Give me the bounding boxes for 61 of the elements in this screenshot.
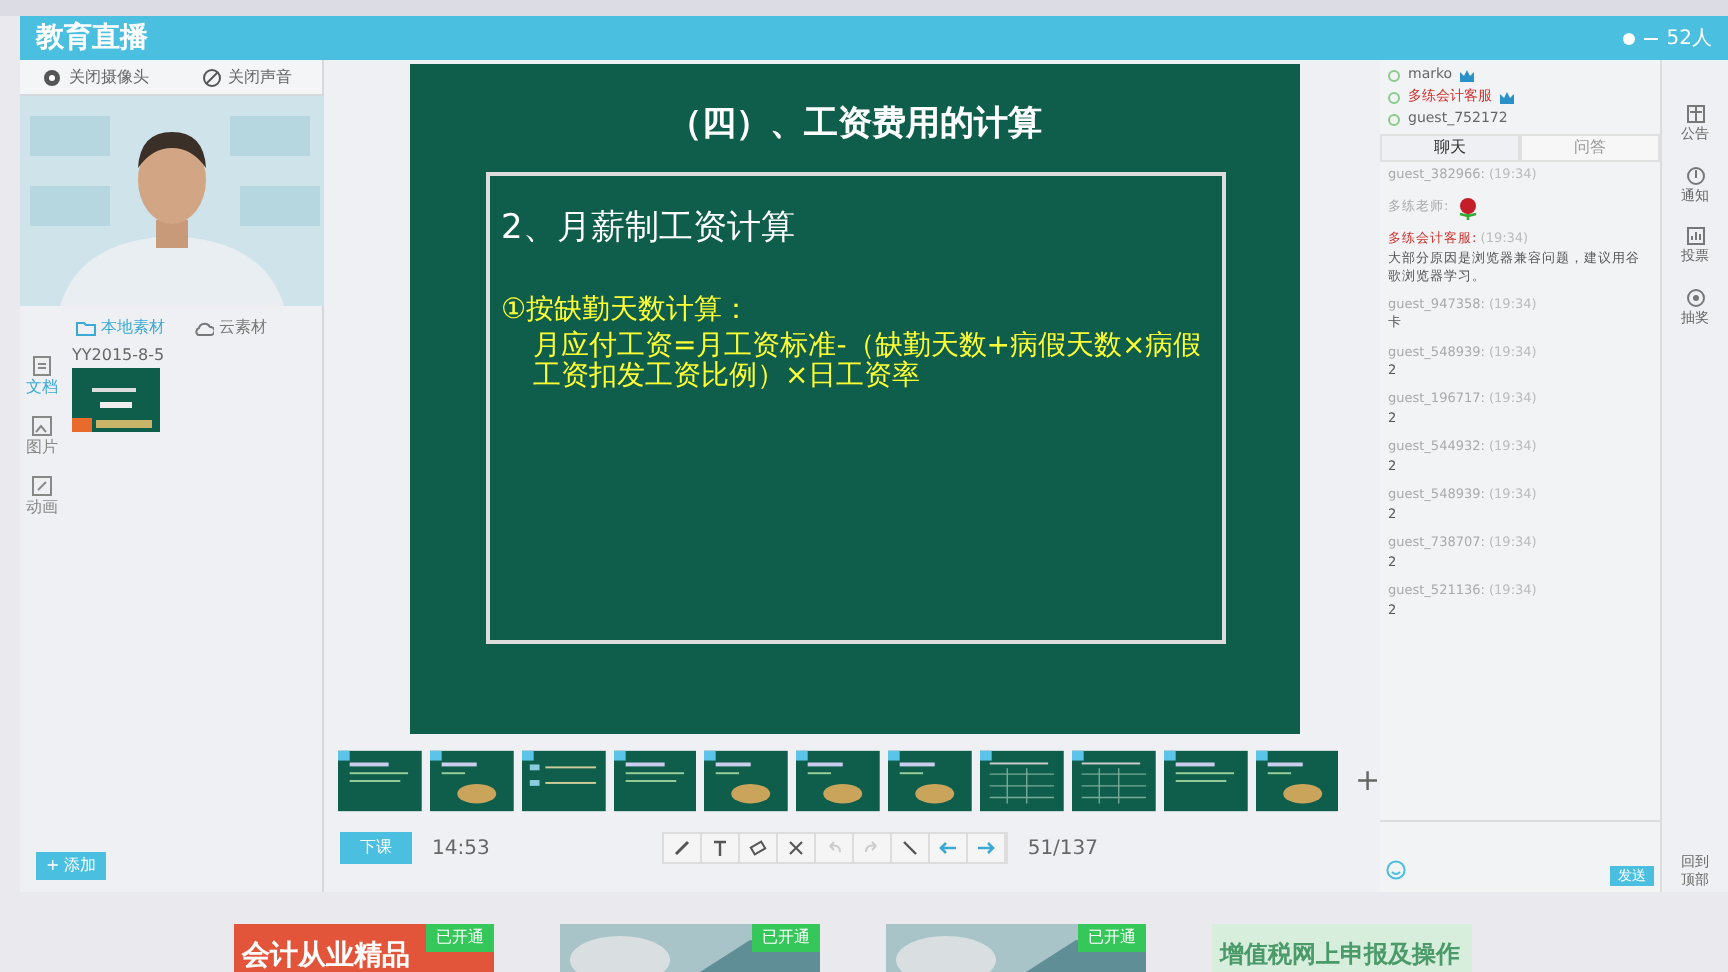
notice-icon xyxy=(1685,104,1705,124)
slide-thumbnail[interactable] xyxy=(1071,750,1156,812)
status-badge: 已开通 xyxy=(1078,924,1146,952)
window-title: 教育直播 xyxy=(36,19,148,57)
anim-icon xyxy=(32,476,52,496)
folder-date: YY2015-8-5 xyxy=(72,344,167,368)
vote-icon xyxy=(1685,226,1705,246)
line-icon xyxy=(899,838,920,858)
slide-thumbnail[interactable] xyxy=(1163,750,1248,812)
material-type-tab[interactable]: 动画 xyxy=(26,476,58,520)
timer: 14:53 xyxy=(432,835,490,863)
course-title: 会计从业精品 xyxy=(242,938,410,972)
slide-thumbnail[interactable] xyxy=(429,750,514,812)
status-badge: 已开通 xyxy=(752,924,820,952)
slide-thumbnail[interactable] xyxy=(338,750,422,812)
course-banner[interactable]: 会计从业精品 已开通 xyxy=(234,924,494,972)
slide-thumbnail[interactable] xyxy=(521,750,606,812)
slide-thumbnail[interactable] xyxy=(613,750,697,812)
settings-icon xyxy=(1622,31,1637,45)
material-type-tab[interactable]: 图片 xyxy=(26,416,58,460)
status-dot-icon xyxy=(1388,113,1400,125)
status-dot-icon xyxy=(1388,69,1400,81)
slide-heading: 2、月薪制工资计算 xyxy=(501,205,797,251)
scissors-icon xyxy=(785,838,806,858)
camera-toggle[interactable]: 关闭摄像头 xyxy=(20,60,171,94)
slide-subheading: ①按缺勤天数计算： xyxy=(501,292,753,330)
slide-thumbnail[interactable] xyxy=(796,750,881,812)
previous-icon xyxy=(937,838,958,858)
material-tab[interactable]: 本地素材 xyxy=(75,316,165,340)
slide-thumbnail[interactable] xyxy=(1255,750,1339,812)
folder-icon xyxy=(75,320,95,336)
next-icon xyxy=(975,838,996,858)
emoji-icon xyxy=(1386,860,1406,881)
eraser-icon xyxy=(747,838,768,858)
chat-tab[interactable]: 聊天 xyxy=(1380,134,1520,162)
text-icon xyxy=(709,838,730,858)
image-icon xyxy=(32,416,52,436)
course-banner[interactable]: 增值税网上申报及操作 xyxy=(1212,924,1472,972)
slide-thumbnail[interactable] xyxy=(888,750,973,812)
pen-icon xyxy=(671,838,692,858)
slide-thumbnail[interactable] xyxy=(980,750,1064,812)
page-counter: 51/137 xyxy=(1027,835,1099,863)
material-tab[interactable]: 云素材 xyxy=(193,316,267,340)
chat-tab[interactable]: 问答 xyxy=(1520,134,1660,162)
slide-formula: 月应付工资=月工资标准-（缺勤天数+病假天数×病假工资扣发工资比例）×日工资率 xyxy=(531,332,1204,394)
webcam-icon xyxy=(42,67,63,87)
redo-icon xyxy=(861,838,882,858)
doc-icon xyxy=(32,356,52,376)
cloud-icon xyxy=(193,320,213,336)
status-dot-icon xyxy=(1388,91,1400,103)
document-thumbnail xyxy=(72,368,160,432)
undo-icon xyxy=(823,838,844,858)
add-slide-button[interactable]: + xyxy=(1346,758,1381,804)
slide-thumbnail[interactable] xyxy=(704,750,789,812)
rose-icon xyxy=(1456,195,1481,220)
sound-toggle[interactable]: 关闭声音 xyxy=(171,60,322,94)
course-title: 增值税网上申报及操作 xyxy=(1220,938,1460,972)
viewer-count: 52人 xyxy=(1666,25,1712,53)
material-type-tab[interactable]: 文档 xyxy=(26,356,58,400)
slide-title: （四）、工资费用的计算 xyxy=(668,102,1042,148)
status-badge: 已开通 xyxy=(426,924,494,952)
